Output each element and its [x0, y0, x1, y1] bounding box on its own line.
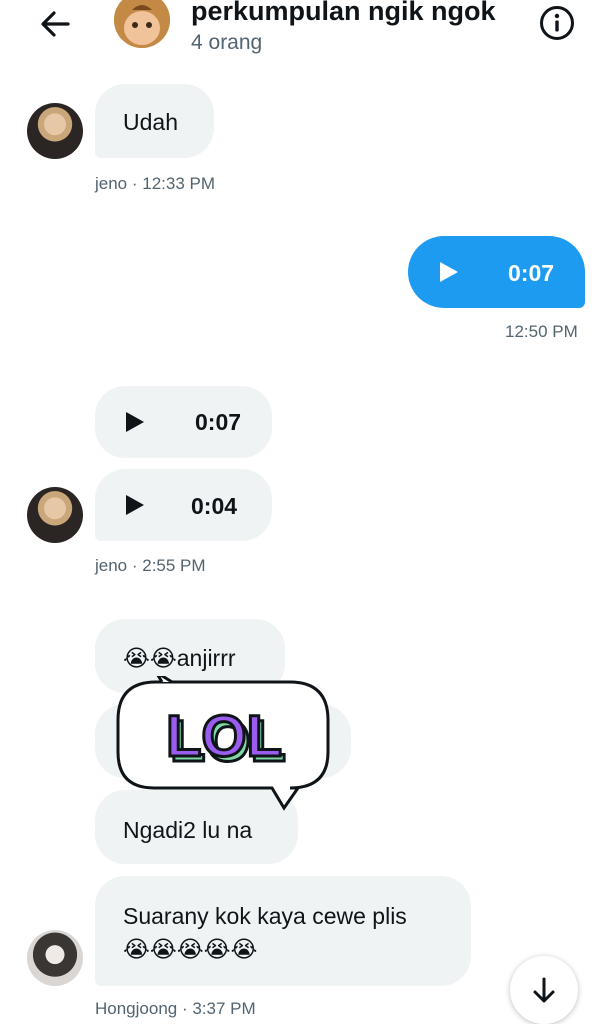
message-meta: Hongjoong · 3:37 PM [95, 999, 256, 1018]
group-avatar[interactable] [114, 0, 170, 48]
audio-message[interactable]: 0:07 [95, 386, 272, 458]
member-count: 4 orang [191, 31, 263, 54]
play-icon[interactable] [126, 412, 144, 432]
message-text-line1: Suarany kok kaya cewe plis [123, 903, 407, 929]
sticker-graphic: LOL LOL [116, 670, 330, 811]
play-icon[interactable] [440, 262, 458, 282]
message-meta: jeno · 2:55 PM [95, 556, 206, 575]
audio-duration: 0:04 [191, 493, 238, 519]
group-avatar-image [114, 0, 170, 48]
lol-sticker[interactable]: LOL LOL [112, 670, 334, 812]
audio-message[interactable]: 0:04 [95, 469, 272, 541]
avatar-jeno[interactable] [27, 487, 83, 543]
arrow-down-icon [533, 977, 555, 1003]
scroll-to-bottom-button[interactable] [510, 956, 578, 1024]
back-button[interactable] [36, 4, 76, 44]
arrow-left-icon [41, 11, 70, 37]
page-title[interactable]: perkumpulan ngik ngok [191, 0, 496, 27]
audio-message-own[interactable]: 0:07 [408, 236, 585, 308]
message-bubble[interactable]: Suarany kok kaya cewe plis 😭😭😭😭😭 [95, 876, 471, 986]
avatar-hongjoong[interactable] [27, 930, 83, 986]
message-text: Udah [123, 109, 178, 135]
audio-duration: 0:07 [195, 409, 242, 435]
audio-duration: 0:07 [508, 260, 555, 286]
play-icon[interactable] [126, 495, 144, 515]
info-icon [540, 6, 574, 40]
conversation-header: perkumpulan ngik ngok 4 orang [0, 0, 611, 66]
message-text: Ngadi2 lu na [123, 817, 253, 843]
sticker-text: LOL [166, 704, 282, 769]
message-text: 😭😭anjirrr [123, 645, 236, 671]
info-button[interactable] [538, 4, 576, 42]
message-bubble[interactable]: Udah [95, 84, 214, 158]
message-meta: jeno · 12:33 PM [95, 174, 216, 193]
message-meta: 12:50 PM [505, 322, 578, 341]
message-text-line2: 😭😭😭😭😭 [123, 936, 258, 962]
avatar-jeno[interactable] [27, 103, 83, 159]
